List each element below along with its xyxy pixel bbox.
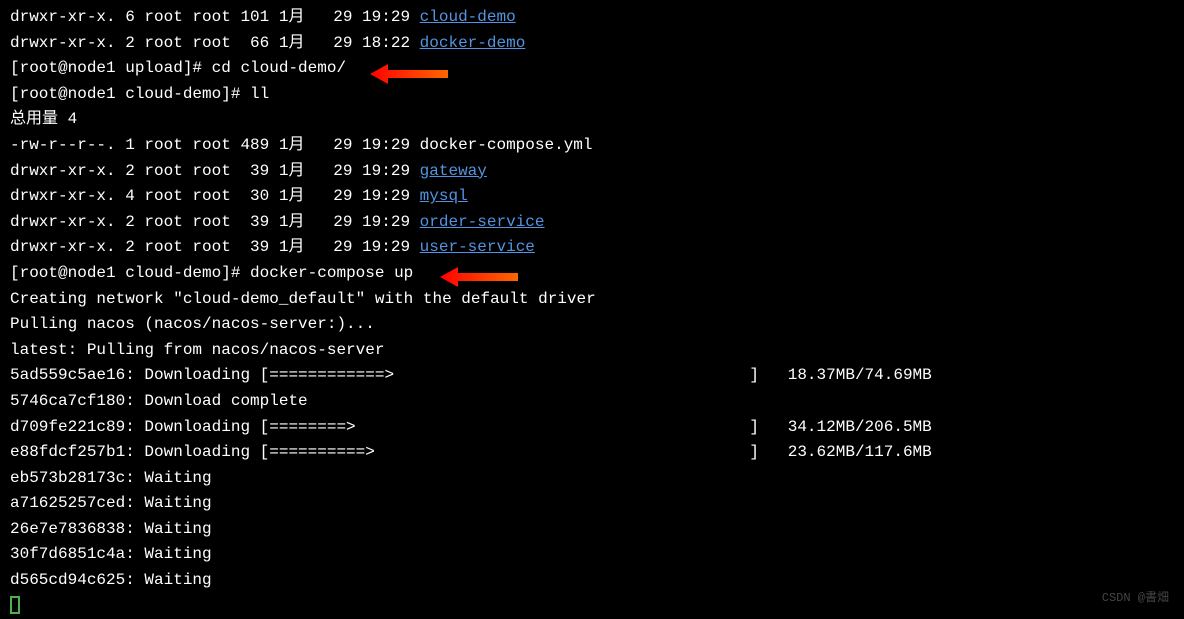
directory-link: mysql (420, 187, 468, 205)
directory-link: gateway (420, 162, 487, 180)
command-input[interactable]: ll (250, 85, 269, 103)
command-input[interactable]: cd cloud-demo/ (212, 59, 346, 77)
terminal-line: drwxr-xr-x. 2 root root 39 1月 29 19:29 g… (10, 159, 1174, 185)
terminal-line: drwxr-xr-x. 6 root root 101 1月 29 19:29 … (10, 5, 1174, 31)
directory-link: order-service (420, 213, 545, 231)
terminal-line: latest: Pulling from nacos/nacos-server (10, 338, 1174, 364)
terminal-line: d565cd94c625: Waiting (10, 568, 1174, 594)
arrow-annotation-1 (370, 62, 450, 86)
terminal-output: drwxr-xr-x. 6 root root 101 1月 29 19:29 … (10, 5, 1174, 619)
shell-prompt: [root@node1 upload]# (10, 59, 212, 77)
terminal-line: [root@node1 cloud-demo]# ll (10, 82, 1174, 108)
terminal-line: [root@node1 cloud-demo]# docker-compose … (10, 261, 1174, 287)
directory-link: cloud-demo (420, 8, 516, 26)
terminal-line: eb573b28173c: Waiting (10, 466, 1174, 492)
terminal-line: 总用量 4 (10, 107, 1174, 133)
cursor-line[interactable] (10, 594, 1174, 619)
shell-prompt: [root@node1 cloud-demo]# (10, 85, 250, 103)
terminal-line: drwxr-xr-x. 4 root root 30 1月 29 19:29 m… (10, 184, 1174, 210)
terminal-line: e88fdcf257b1: Downloading [==========> ]… (10, 440, 1174, 466)
terminal-line: drwxr-xr-x. 2 root root 39 1月 29 19:29 o… (10, 210, 1174, 236)
arrow-annotation-2 (440, 265, 520, 289)
terminal-line: 26e7e7836838: Waiting (10, 517, 1174, 543)
terminal-line: Creating network "cloud-demo_default" wi… (10, 287, 1174, 313)
terminal-line: [root@node1 upload]# cd cloud-demo/ (10, 56, 1174, 82)
terminal-line: 30f7d6851c4a: Waiting (10, 542, 1174, 568)
terminal-line: Pulling nacos (nacos/nacos-server:)... (10, 312, 1174, 338)
terminal-line: 5746ca7cf180: Download complete (10, 389, 1174, 415)
cursor-icon (10, 596, 20, 614)
directory-link: docker-demo (420, 34, 526, 52)
terminal-line: -rw-r--r--. 1 root root 489 1月 29 19:29 … (10, 133, 1174, 159)
terminal-line: 5ad559c5ae16: Downloading [============>… (10, 363, 1174, 389)
terminal-line: a71625257ced: Waiting (10, 491, 1174, 517)
terminal-line: drwxr-xr-x. 2 root root 66 1月 29 18:22 d… (10, 31, 1174, 57)
watermark: CSDN @書畑 (1102, 589, 1169, 608)
shell-prompt: [root@node1 cloud-demo]# (10, 264, 250, 282)
terminal-line: drwxr-xr-x. 2 root root 39 1月 29 19:29 u… (10, 235, 1174, 261)
directory-link: user-service (420, 238, 535, 256)
terminal-line: d709fe221c89: Downloading [========> ] 3… (10, 415, 1174, 441)
command-input[interactable]: docker-compose up (250, 264, 413, 282)
